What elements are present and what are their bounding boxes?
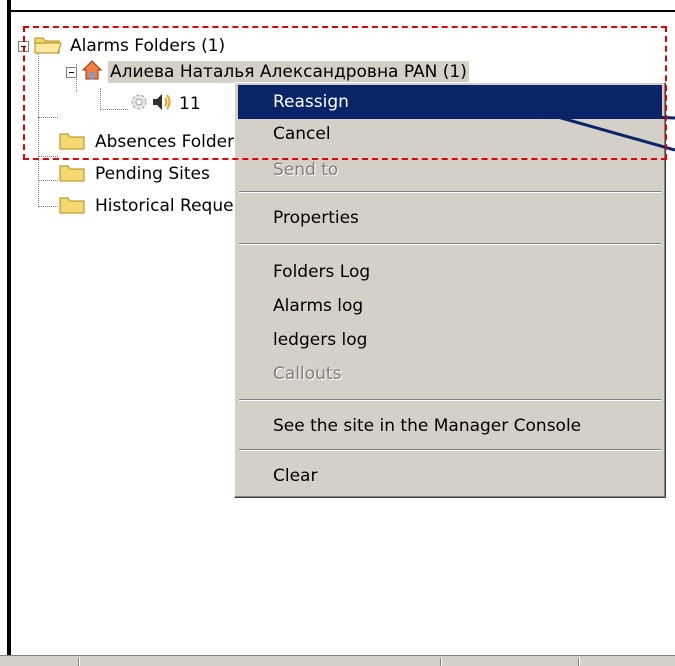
- tree-panel: Alarms Folders (1) Алиева Наталья Алекса…: [0, 0, 675, 666]
- status-bar: [0, 655, 675, 666]
- annotation-arrow: [539, 110, 675, 152]
